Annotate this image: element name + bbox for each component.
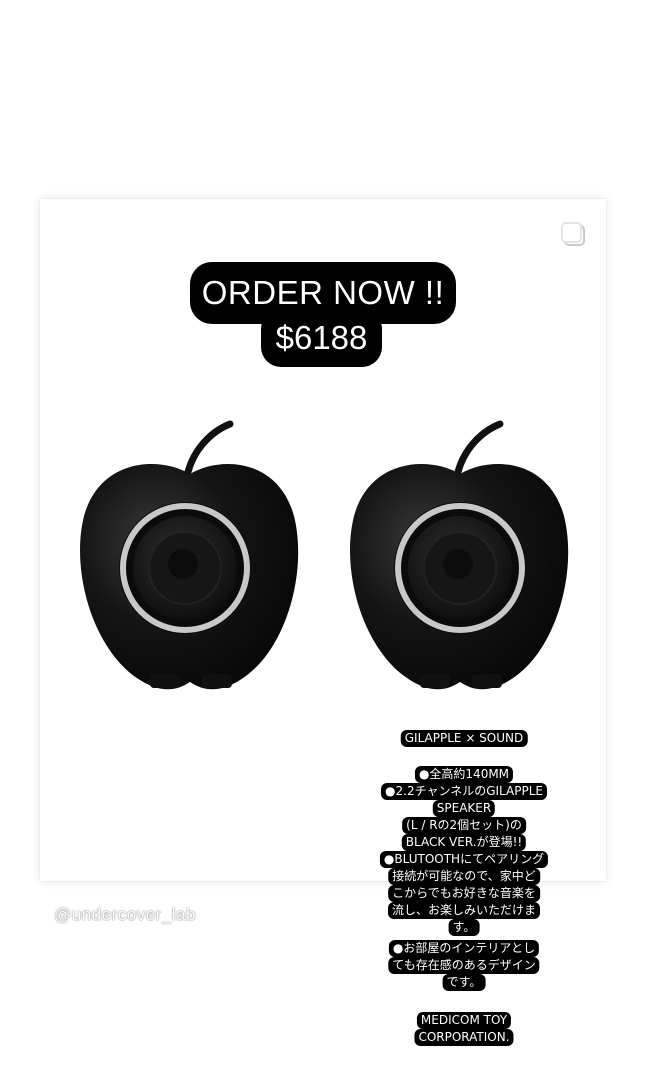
caption-line: ●お部屋のインテリアとし [388,940,540,957]
story-screen: { "post": { "headline": "ORDER NOW !!", … [0,0,647,1080]
multi-photo-icon[interactable] [560,221,586,247]
caption-line: BLACK VER.が登場!! [401,834,527,851]
caption-line: 流し、お楽しみいただけま [387,902,541,919]
caption-line: こからでもお好きな音楽を [388,885,540,902]
caption-line: (L / Rの2個セット)の [402,817,526,834]
price-label: $6188 [261,309,382,367]
caption-line: ●2.2チャンネルのGILAPPLE [381,783,547,800]
caption-line: です。 [442,974,486,991]
caption-line: ても存在感のあるデザイン [388,957,540,974]
maker-line: CORPORATION. [414,1029,514,1046]
caption-line: ●BLUTOOTHにてペアリング [379,851,549,868]
caption-line: す。 [448,919,480,936]
speaker-right-image [350,420,569,690]
caption-line: SPEAKER [432,800,496,817]
maker-line: MEDICOM TOY [416,1012,512,1029]
caption-line: 接続が可能なので、家中ど [388,868,540,885]
speaker-left-image [80,420,299,690]
caption-title: GILAPPLE × SOUND [400,730,528,747]
caption-line: ●全高約140MM [414,766,514,783]
username-watermark: @undercover_lab [54,905,196,924]
